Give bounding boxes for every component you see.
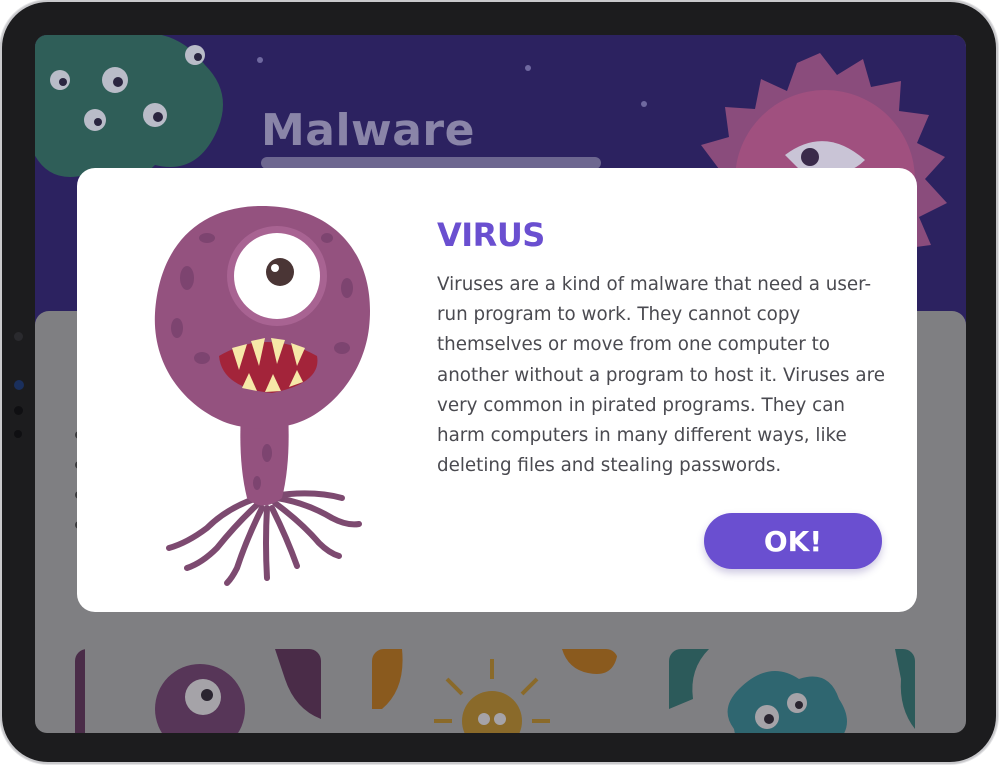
camera-dot <box>14 332 23 341</box>
star-decoration <box>525 65 531 71</box>
ok-button[interactable]: OK! <box>704 513 882 569</box>
virus-monster-icon <box>154 206 371 586</box>
orange-bacteria-card-icon <box>372 649 618 733</box>
purple-virus-card-icon <box>75 649 321 733</box>
power-button <box>72 0 108 1</box>
star-decoration <box>641 101 647 107</box>
teal-blob-card-icon <box>669 649 915 733</box>
dialog-body-text: Viruses are a kind of malware that need … <box>437 274 885 477</box>
background-page-title: Malware <box>261 105 475 156</box>
dialog-title: VIRUS <box>437 216 545 254</box>
star-decoration <box>257 57 263 63</box>
background-card[interactable] <box>372 649 618 733</box>
volume-button <box>0 42 1 78</box>
sensor-dot <box>14 430 22 438</box>
sensor-dot <box>14 406 23 415</box>
info-dialog: VIRUS Viruses are a kind of malware that… <box>77 168 917 612</box>
camera-lens <box>14 380 24 390</box>
background-card[interactable] <box>669 649 915 733</box>
screen: Malware VIRUS Viruses are a kind of malw… <box>35 35 966 733</box>
background-card[interactable] <box>75 649 321 733</box>
